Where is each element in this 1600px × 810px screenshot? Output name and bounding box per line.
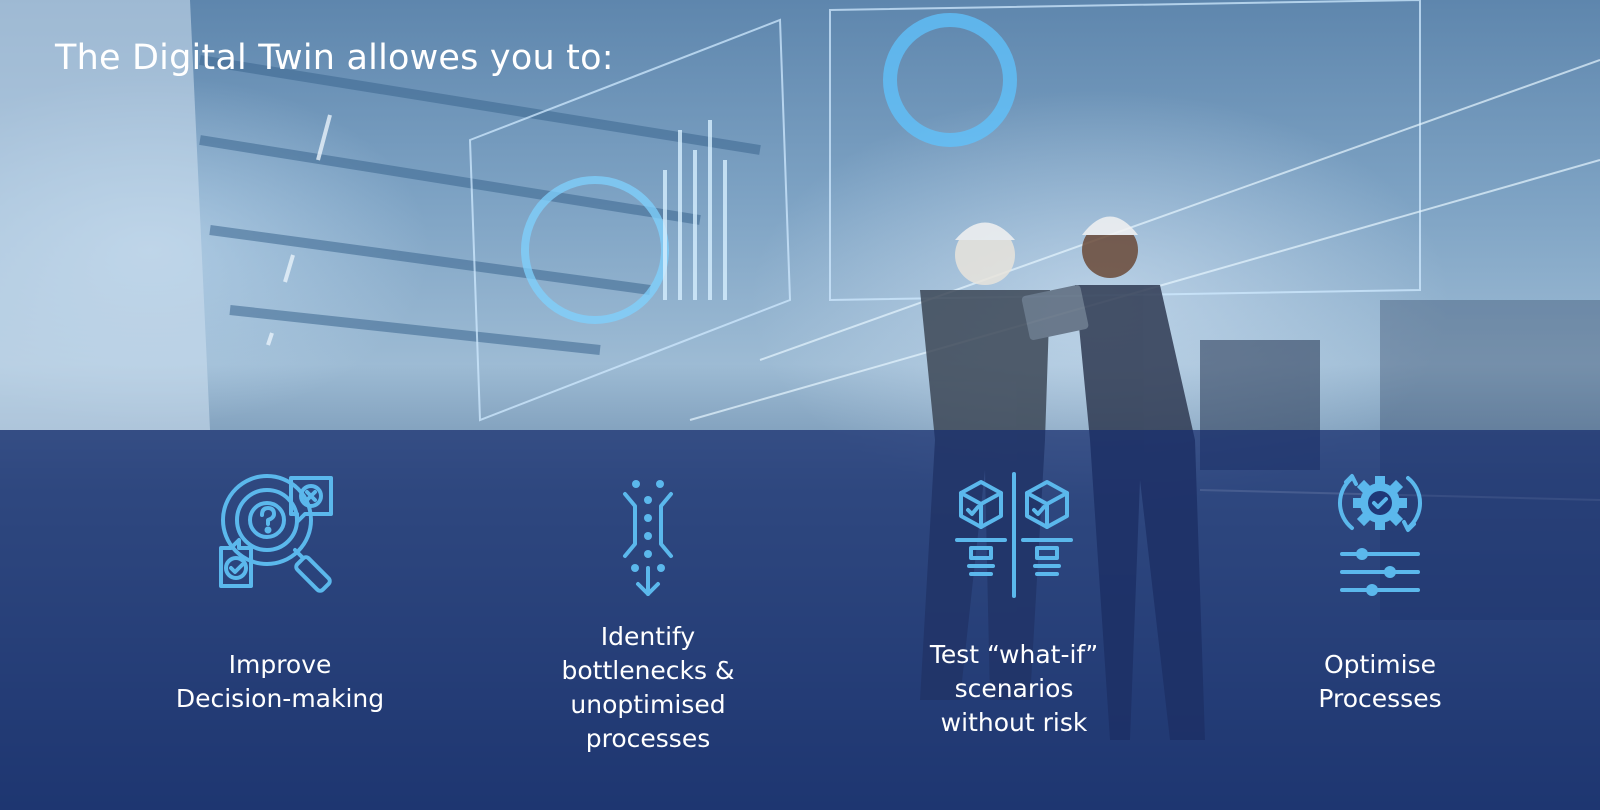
label-line: bottlenecks & <box>561 656 735 685</box>
page-title: The Digital Twin allowes you to: <box>55 38 614 78</box>
feature-identify-bottlenecks: Identify bottlenecks & unoptimised proce… <box>498 470 798 756</box>
label-line: without risk <box>940 708 1088 737</box>
feature-label: Test “what-if” scenarios without risk <box>930 638 1098 740</box>
label-line: processes <box>585 724 711 753</box>
feature-optimise-processes: Optimise Processes <box>1230 470 1530 716</box>
bottleneck-icon <box>613 470 683 600</box>
label-line: Processes <box>1318 684 1442 713</box>
label-line: Identify <box>600 622 696 651</box>
label-line: Optimise <box>1324 650 1436 679</box>
feature-test-what-if: Test “what-if” scenarios without risk <box>864 470 1164 740</box>
label-line: Test “what-if” <box>929 640 1099 669</box>
feature-improve-decision-making: Improve Decision-making <box>130 470 430 716</box>
label-line: Improve <box>228 650 332 679</box>
feature-label: Identify bottlenecks & unoptimised proce… <box>561 620 734 756</box>
feature-label: Optimise Processes <box>1318 648 1441 716</box>
feature-label: Improve Decision-making <box>176 648 384 716</box>
magnifier-question-icon <box>215 470 345 600</box>
hero-banner: The Digital Twin allowes you to: Improve… <box>0 0 1600 810</box>
label-line: scenarios <box>954 674 1074 703</box>
label-line: unoptimised <box>570 690 726 719</box>
compare-boxes-icon <box>949 470 1079 600</box>
gear-sliders-icon <box>1330 470 1430 600</box>
label-line: Decision-making <box>175 684 385 713</box>
